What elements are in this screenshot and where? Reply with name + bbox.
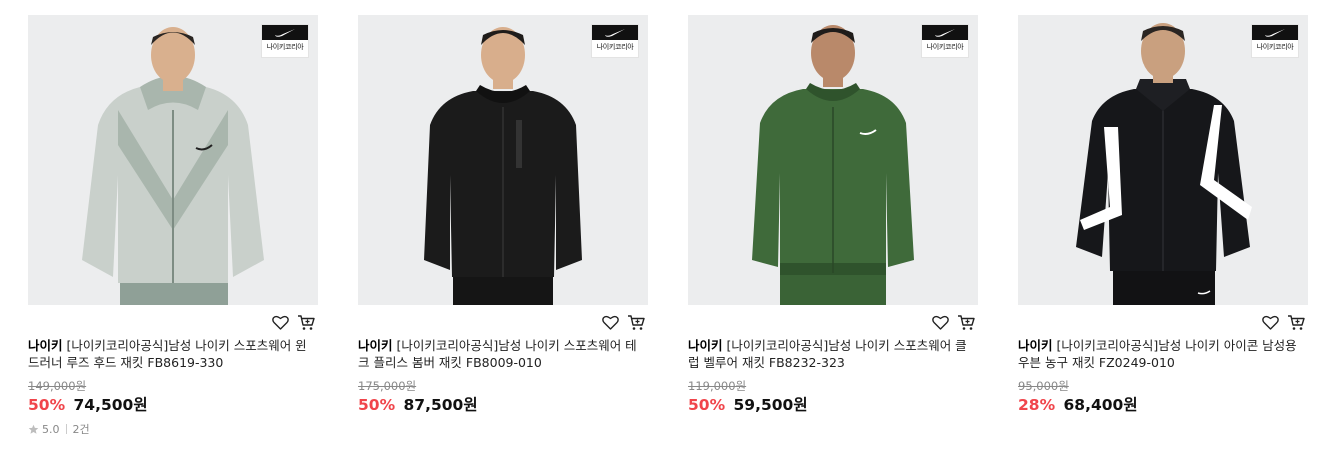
product-image[interactable]: 나이키코리아 [688,15,978,305]
product-brand: 나이키 [358,338,393,353]
price-row: 28% 68,400원 [1018,396,1308,414]
product-photo [1018,15,1308,305]
rating-divider [65,424,67,434]
sale-price: 68,400원 [1063,396,1138,414]
product-name: [나이키코리아공식]남성 나이키 아이콘 남성용 우븐 농구 재킷 FZ0249… [1018,338,1297,370]
star-icon [28,424,39,434]
add-to-cart-icon[interactable] [626,312,646,332]
product-card[interactable]: 나이키코리아 나이키 [나이키코리아공식]남성 나이키 스포츠웨어 클럽 벨루어… [688,15,978,414]
wishlist-heart-icon[interactable] [930,312,950,332]
discount-rate: 28% [1018,396,1056,414]
discount-rate: 50% [358,396,396,414]
wishlist-heart-icon[interactable] [270,312,290,332]
product-title[interactable]: 나이키 [나이키코리아공식]남성 나이키 아이콘 남성용 우븐 농구 재킷 FZ… [1018,338,1308,371]
rating-score: 5.0 [42,422,60,436]
discount-rate: 50% [28,396,66,414]
product-brand: 나이키 [1018,338,1053,353]
price-row: 50% 74,500원 [28,396,318,414]
discount-rate: 50% [688,396,726,414]
brand-badge: 나이키코리아 [592,25,638,57]
brand-badge: 나이키코리아 [262,25,308,57]
product-card[interactable]: 나이키코리아 나이키 [나이키코리아공식]남성 나이키 스포츠웨어 윈드러너 루… [28,15,318,437]
product-title[interactable]: 나이키 [나이키코리아공식]남성 나이키 스포츠웨어 윈드러너 루즈 후드 재킷… [28,338,318,371]
product-grid: 나이키코리아 나이키 [나이키코리아공식]남성 나이키 스포츠웨어 윈드러너 루… [0,0,1321,455]
product-card[interactable]: 나이키코리아 나이키 [나이키코리아공식]남성 나이키 스포츠웨어 테크 플리스… [358,15,648,414]
brand-badge: 나이키코리아 [922,25,968,57]
wishlist-heart-icon[interactable] [1260,312,1280,332]
original-price: 119,000원 [688,379,747,393]
wishlist-heart-icon[interactable] [600,312,620,332]
original-price: 149,000원 [28,379,87,393]
card-actions [358,312,648,332]
product-photo [358,15,648,305]
sale-price: 59,500원 [733,396,808,414]
product-image[interactable]: 나이키코리아 [28,15,318,305]
swoosh-logo [592,25,638,40]
product-name: [나이키코리아공식]남성 나이키 스포츠웨어 클럽 벨루어 재킷 FB8232-… [688,338,967,370]
swoosh-logo [262,25,308,40]
rating-summary: 5.0 2건 [28,421,318,437]
add-to-cart-icon[interactable] [1286,312,1306,332]
sale-price: 74,500원 [73,396,148,414]
product-title[interactable]: 나이키 [나이키코리아공식]남성 나이키 스포츠웨어 클럽 벨루어 재킷 FB8… [688,338,978,371]
original-price: 95,000원 [1018,379,1069,393]
review-count: 2건 [72,423,90,436]
card-actions [28,312,318,332]
product-name: [나이키코리아공식]남성 나이키 스포츠웨어 윈드러너 루즈 후드 재킷 FB8… [28,338,307,370]
sale-price: 87,500원 [403,396,478,414]
price-row: 50% 59,500원 [688,396,978,414]
badge-label: 나이키코리아 [266,43,304,51]
brand-badge: 나이키코리아 [1252,25,1298,57]
product-photo [28,15,318,305]
original-price: 175,000원 [358,379,417,393]
swoosh-logo [1252,25,1298,40]
card-actions [688,312,978,332]
product-brand: 나이키 [688,338,723,353]
add-to-cart-icon[interactable] [296,312,316,332]
badge-label: 나이키코리아 [926,43,964,51]
product-image[interactable]: 나이키코리아 [358,15,648,305]
badge-label: 나이키코리아 [596,43,634,51]
add-to-cart-icon[interactable] [956,312,976,332]
badge-label: 나이키코리아 [1256,43,1294,51]
price-row: 50% 87,500원 [358,396,648,414]
product-brand: 나이키 [28,338,63,353]
card-actions [1018,312,1308,332]
swoosh-logo [922,25,968,40]
product-photo [688,15,978,305]
product-card[interactable]: 나이키코리아 나이키 [나이키코리아공식]남성 나이키 아이콘 남성용 우븐 농… [1018,15,1308,414]
product-title[interactable]: 나이키 [나이키코리아공식]남성 나이키 스포츠웨어 테크 플리스 봄버 재킷 … [358,338,648,371]
product-name: [나이키코리아공식]남성 나이키 스포츠웨어 테크 플리스 봄버 재킷 FB80… [358,338,637,370]
product-image[interactable]: 나이키코리아 [1018,15,1308,305]
